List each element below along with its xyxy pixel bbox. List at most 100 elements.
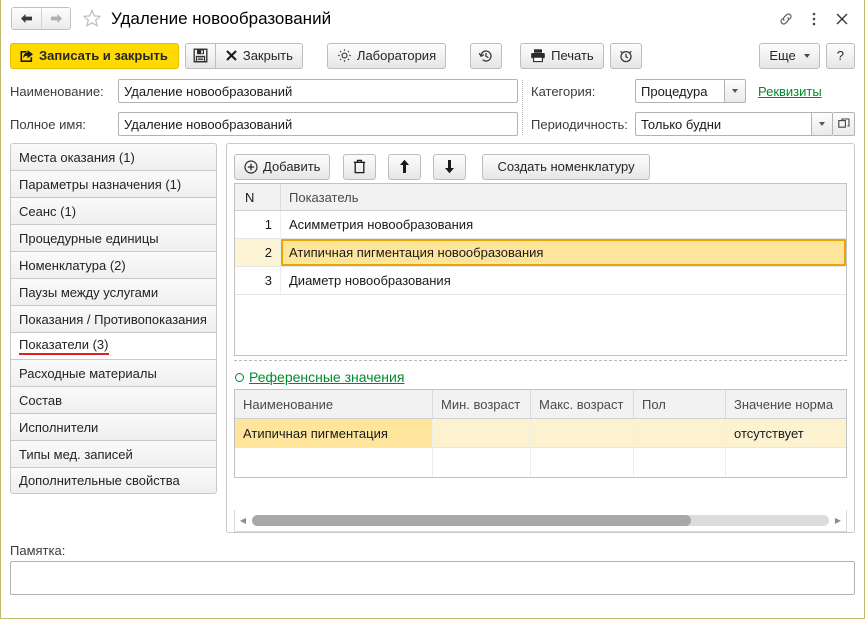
delete-button[interactable] bbox=[343, 154, 376, 180]
back-button[interactable] bbox=[12, 8, 41, 29]
row-indicator[interactable]: Атипичная пигментация новообразования bbox=[281, 239, 846, 266]
favorite-star-icon[interactable] bbox=[81, 8, 103, 30]
tab-label: Показатели (3) bbox=[19, 337, 109, 355]
sidebar-item-record-types[interactable]: Типы мед. записей bbox=[10, 440, 217, 467]
ref-empty-cell[interactable] bbox=[531, 448, 634, 477]
category-dropdown-button[interactable] bbox=[725, 79, 746, 103]
history-clock-icon bbox=[478, 48, 494, 64]
save-button[interactable] bbox=[185, 43, 216, 69]
print-button[interactable]: Печать bbox=[520, 43, 604, 69]
ref-norm-value[interactable]: отсутствует bbox=[726, 419, 846, 447]
ref-min-age[interactable] bbox=[433, 419, 531, 447]
periodicity-open-button[interactable] bbox=[833, 112, 855, 136]
panel-splitter[interactable] bbox=[234, 356, 847, 365]
sidebar-item-pauses[interactable]: Паузы между услугами bbox=[10, 278, 217, 305]
sidebar-item-assignment-params[interactable]: Параметры назначения (1) bbox=[10, 170, 217, 197]
column-header-n[interactable]: N bbox=[235, 184, 281, 210]
periodicity-combo: Только будни bbox=[635, 112, 855, 136]
table-empty-area[interactable] bbox=[235, 295, 846, 355]
sidebar-item-nomenclature[interactable]: Номенклатура (2) bbox=[10, 251, 217, 278]
table-empty-row[interactable] bbox=[235, 448, 846, 477]
sidebar-item-places[interactable]: Места оказания (1) bbox=[10, 143, 217, 170]
circle-toggle-icon[interactable] bbox=[235, 373, 244, 382]
periodicity-input[interactable]: Только будни bbox=[635, 112, 812, 136]
row-indicator[interactable]: Асимметрия новообразования bbox=[281, 211, 846, 238]
sidebar-item-procedure-units[interactable]: Процедурные единицы bbox=[10, 224, 217, 251]
sidebar-item-composition[interactable]: Состав bbox=[10, 386, 217, 413]
save-and-close-button[interactable]: Записать и закрыть bbox=[10, 43, 179, 69]
chevron-down-icon bbox=[819, 122, 825, 126]
fullname-label: Полное имя: bbox=[10, 117, 118, 132]
plus-circle-icon bbox=[244, 160, 258, 174]
memo-input[interactable] bbox=[10, 561, 855, 595]
sidebar-item-performers[interactable]: Исполнители bbox=[10, 413, 217, 440]
reference-section-title[interactable]: Референсные значения bbox=[249, 369, 404, 385]
fullname-input[interactable]: Удаление новообразований bbox=[118, 112, 518, 136]
column-header-name[interactable]: Наименование bbox=[235, 390, 433, 418]
periodicity-dropdown-button[interactable] bbox=[812, 112, 833, 136]
ref-empty-cell[interactable] bbox=[235, 448, 433, 477]
more-label: Еще bbox=[769, 48, 795, 63]
forward-button[interactable] bbox=[41, 8, 70, 29]
ref-empty-cell[interactable] bbox=[433, 448, 531, 477]
scroll-right-icon[interactable]: ▶ bbox=[832, 514, 844, 528]
ref-empty-cell[interactable] bbox=[634, 448, 726, 477]
table-row[interactable]: 2 Атипичная пигментация новообразования bbox=[235, 239, 846, 267]
column-header-min-age[interactable]: Мин. возраст bbox=[433, 390, 531, 418]
arrow-up-icon bbox=[399, 159, 410, 174]
horizontal-scrollbar[interactable]: ◀ ▶ bbox=[234, 510, 847, 532]
category-label: Категория: bbox=[531, 84, 635, 99]
sidebar-item-session[interactable]: Сеанс (1) bbox=[10, 197, 217, 224]
indicators-table[interactable]: N Показатель 1 Асимметрия новообразовани… bbox=[234, 183, 847, 356]
row-number: 3 bbox=[235, 267, 281, 294]
reference-values-table[interactable]: Наименование Мин. возраст Макс. возраст … bbox=[234, 389, 847, 478]
create-nomenclature-button[interactable]: Создать номенклатуру bbox=[482, 154, 649, 180]
ref-empty-cell[interactable] bbox=[726, 448, 846, 477]
category-input[interactable]: Процедура bbox=[635, 79, 725, 103]
table-row[interactable]: Атипичная пигментация отсутствует bbox=[235, 419, 846, 448]
ref-name[interactable]: Атипичная пигментация bbox=[235, 419, 433, 447]
column-header-sex[interactable]: Пол bbox=[634, 390, 726, 418]
scroll-left-icon[interactable]: ◀ bbox=[237, 514, 249, 528]
column-header-max-age[interactable]: Макс. возраст bbox=[531, 390, 634, 418]
category-row: Категория: Процедура Реквизиты bbox=[531, 78, 855, 104]
move-down-button[interactable] bbox=[433, 154, 466, 180]
ref-max-age[interactable] bbox=[531, 419, 634, 447]
arrow-down-icon bbox=[444, 159, 455, 174]
ref-sex[interactable] bbox=[634, 419, 726, 447]
reference-section-header[interactable]: Референсные значения bbox=[234, 365, 847, 389]
close-button[interactable]: Закрыть bbox=[216, 43, 303, 69]
close-icon[interactable] bbox=[830, 7, 854, 31]
tab-label: Расходные материалы bbox=[19, 366, 157, 381]
panel-toolbar: Добавить Созд bbox=[234, 150, 847, 183]
move-up-button[interactable] bbox=[388, 154, 421, 180]
requisites-link[interactable]: Реквизиты bbox=[758, 84, 822, 99]
history-button[interactable] bbox=[470, 43, 502, 69]
sidebar-item-extra-properties[interactable]: Дополнительные свойства bbox=[10, 467, 217, 494]
column-header-indicator[interactable]: Показатель bbox=[281, 184, 846, 210]
sidebar-item-indications[interactable]: Показания / Противопоказания bbox=[10, 305, 217, 332]
close-button-label: Закрыть bbox=[243, 48, 293, 63]
scrollbar-thumb[interactable] bbox=[252, 515, 691, 526]
help-button[interactable]: ? bbox=[826, 43, 855, 69]
laboratory-button[interactable]: Лаборатория bbox=[327, 43, 446, 69]
kebab-menu-icon[interactable] bbox=[802, 7, 826, 31]
sidebar-item-indicators[interactable]: Показатели (3) bbox=[10, 332, 217, 359]
alarm-button[interactable] bbox=[610, 43, 642, 69]
link-icon[interactable] bbox=[774, 7, 798, 31]
column-header-norm-value[interactable]: Значение норма bbox=[726, 390, 846, 418]
table-row[interactable]: 1 Асимметрия новообразования bbox=[235, 211, 846, 239]
name-input[interactable]: Удаление новообразований bbox=[118, 79, 518, 103]
row-number: 1 bbox=[235, 211, 281, 238]
add-button[interactable]: Добавить bbox=[234, 154, 330, 180]
back-arrow-icon bbox=[20, 13, 33, 24]
more-button[interactable]: Еще bbox=[759, 43, 819, 69]
scrollbar-track[interactable] bbox=[252, 515, 829, 526]
table-row[interactable]: 3 Диаметр новообразования bbox=[235, 267, 846, 295]
sidebar-item-consumables[interactable]: Расходные материалы bbox=[10, 359, 217, 386]
form-right-column: Категория: Процедура Реквизиты Периодичн… bbox=[531, 78, 855, 137]
indicators-panel: Добавить Созд bbox=[226, 143, 855, 533]
forward-arrow-icon bbox=[50, 13, 63, 24]
row-indicator[interactable]: Диаметр новообразования bbox=[281, 267, 846, 294]
form-header: Наименование: Удаление новообразований П… bbox=[1, 74, 864, 143]
